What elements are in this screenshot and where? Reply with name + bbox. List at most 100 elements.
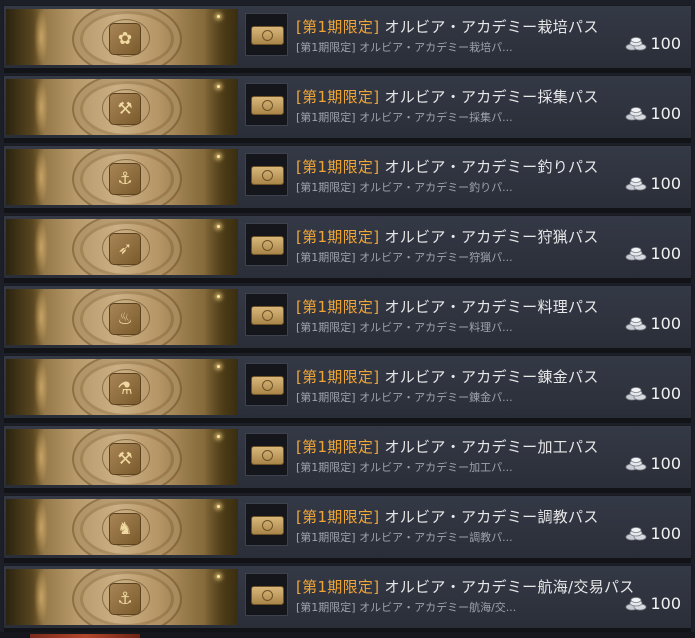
item-name: オルビア・アカデミー加工パス (384, 438, 599, 456)
silver-coins-icon (626, 456, 647, 470)
item-title: [第1期限定] オルビア・アカデミー航海/交易パス (296, 576, 635, 597)
shop-item-row[interactable]: ✿ [第1期限定] オルビア・アカデミー栽培パス [第1期限定] オルビア・アカ… (3, 5, 692, 73)
limited-tag: [第1期限定] (296, 228, 380, 246)
ticket-icon (245, 433, 288, 476)
limited-tag: [第1期限定] (296, 88, 380, 106)
shop-item-row[interactable]: ⚓ [第1期限定] オルビア・アカデミー釣りパス [第1期限定] オルビア・アカ… (3, 145, 692, 213)
silver-coins-icon (626, 176, 647, 190)
item-title: [第1期限定] オルビア・アカデミー料理パス (296, 296, 599, 317)
item-subtitle: [第1期限定] オルビア・アカデミー栽培パ... (296, 41, 513, 54)
shop-item-row[interactable]: ⚒ [第1期限定] オルビア・アカデミー加工パス [第1期限定] オルビア・アカ… (3, 425, 692, 493)
category-emblem-icon: ⚓ (109, 163, 141, 195)
shop-item-row[interactable]: ⚒ [第1期限定] オルビア・アカデミー採集パス [第1期限定] オルビア・アカ… (3, 75, 692, 143)
item-price: 100 (625, 454, 681, 473)
ticket-icon (245, 573, 288, 616)
item-banner-image: ⚓ (6, 569, 238, 625)
category-emblem-icon: ♞ (109, 513, 141, 545)
item-title: [第1期限定] オルビア・アカデミー錬金パス (296, 366, 599, 387)
item-price: 100 (625, 594, 681, 613)
item-subtitle: [第1期限定] オルビア・アカデミー料理パ... (296, 321, 513, 334)
item-title: [第1期限定] オルビア・アカデミー加工パス (296, 436, 599, 457)
ticket-icon (245, 503, 288, 546)
price-value: 100 (650, 454, 681, 473)
category-emblem-icon: ⚒ (109, 443, 141, 475)
shop-item-row[interactable]: ⚗ [第1期限定] オルビア・アカデミー錬金パス [第1期限定] オルビア・アカ… (3, 355, 692, 423)
shop-item-row[interactable]: ➶ [第1期限定] オルビア・アカデミー狩猟パス [第1期限定] オルビア・アカ… (3, 215, 692, 283)
item-title: [第1期限定] オルビア・アカデミー狩猟パス (296, 226, 599, 247)
item-banner-image: ⚒ (6, 429, 238, 485)
ticket-icon (245, 293, 288, 336)
silver-coins-icon (626, 246, 647, 260)
price-value: 100 (650, 104, 681, 123)
category-emblem-icon: ⚒ (109, 93, 141, 125)
item-name: オルビア・アカデミー調教パス (384, 508, 599, 526)
bottom-bar (0, 632, 695, 638)
limited-tag: [第1期限定] (296, 158, 380, 176)
category-emblem-icon: ➶ (109, 233, 141, 265)
item-price: 100 (625, 384, 681, 403)
price-value: 100 (650, 524, 681, 543)
item-price: 100 (625, 244, 681, 263)
item-subtitle: [第1期限定] オルビア・アカデミー錬金パ... (296, 391, 513, 404)
ticket-icon (245, 363, 288, 406)
category-emblem-icon: ⚓ (109, 583, 141, 615)
price-value: 100 (650, 314, 681, 333)
silver-coins-icon (626, 526, 647, 540)
category-emblem-icon: ⚗ (109, 373, 141, 405)
limited-tag: [第1期限定] (296, 368, 380, 386)
item-name: オルビア・アカデミー採集パス (384, 88, 599, 106)
item-banner-image: ⚗ (6, 359, 238, 415)
item-subtitle: [第1期限定] オルビア・アカデミー航海/交... (296, 601, 517, 614)
item-subtitle: [第1期限定] オルビア・アカデミー採集パ... (296, 111, 513, 124)
item-name: オルビア・アカデミー栽培パス (384, 18, 599, 36)
shop-item-row[interactable]: ♨ [第1期限定] オルビア・アカデミー料理パス [第1期限定] オルビア・アカ… (3, 285, 692, 353)
item-price: 100 (625, 104, 681, 123)
silver-coins-icon (626, 36, 647, 50)
ticket-icon (245, 13, 288, 56)
item-subtitle: [第1期限定] オルビア・アカデミー釣りパ... (296, 181, 513, 194)
item-title: [第1期限定] オルビア・アカデミー採集パス (296, 86, 599, 107)
item-name: オルビア・アカデミー狩猟パス (384, 228, 599, 246)
item-name: オルビア・アカデミー錬金パス (384, 368, 599, 386)
item-subtitle: [第1期限定] オルビア・アカデミー調教パ... (296, 531, 513, 544)
price-value: 100 (650, 34, 681, 53)
item-name: オルビア・アカデミー航海/交易パス (384, 578, 635, 596)
category-emblem-icon: ♨ (109, 303, 141, 335)
item-title: [第1期限定] オルビア・アカデミー調教パス (296, 506, 599, 527)
shop-item-row[interactable]: ♞ [第1期限定] オルビア・アカデミー調教パス [第1期限定] オルビア・アカ… (3, 495, 692, 563)
item-banner-image: ⚓ (6, 149, 238, 205)
silver-coins-icon (626, 386, 647, 400)
limited-tag: [第1期限定] (296, 438, 380, 456)
limited-tag: [第1期限定] (296, 18, 380, 36)
ticket-icon (245, 153, 288, 196)
bottom-bar-accent (30, 634, 140, 638)
item-price: 100 (625, 34, 681, 53)
item-price: 100 (625, 524, 681, 543)
item-banner-image: ♞ (6, 499, 238, 555)
price-value: 100 (650, 244, 681, 263)
price-value: 100 (650, 174, 681, 193)
item-subtitle: [第1期限定] オルビア・アカデミー加工パ... (296, 461, 513, 474)
item-price: 100 (625, 314, 681, 333)
shop-item-list: ✿ [第1期限定] オルビア・アカデミー栽培パス [第1期限定] オルビア・アカ… (0, 0, 695, 638)
item-banner-image: ♨ (6, 289, 238, 345)
item-title: [第1期限定] オルビア・アカデミー釣りパス (296, 156, 599, 177)
item-banner-image: ⚒ (6, 79, 238, 135)
ticket-icon (245, 223, 288, 266)
item-name: オルビア・アカデミー料理パス (384, 298, 599, 316)
limited-tag: [第1期限定] (296, 578, 380, 596)
silver-coins-icon (626, 596, 647, 610)
item-banner-image: ➶ (6, 219, 238, 275)
item-title: [第1期限定] オルビア・アカデミー栽培パス (296, 16, 599, 37)
item-banner-image: ✿ (6, 9, 238, 65)
ticket-icon (245, 83, 288, 126)
item-name: オルビア・アカデミー釣りパス (384, 158, 599, 176)
item-price: 100 (625, 174, 681, 193)
price-value: 100 (650, 384, 681, 403)
silver-coins-icon (626, 106, 647, 120)
item-subtitle: [第1期限定] オルビア・アカデミー狩猟パ... (296, 251, 513, 264)
category-emblem-icon: ✿ (109, 23, 141, 55)
shop-item-row[interactable]: ⚓ [第1期限定] オルビア・アカデミー航海/交易パス [第1期限定] オルビア… (3, 565, 692, 633)
price-value: 100 (650, 594, 681, 613)
silver-coins-icon (626, 316, 647, 330)
